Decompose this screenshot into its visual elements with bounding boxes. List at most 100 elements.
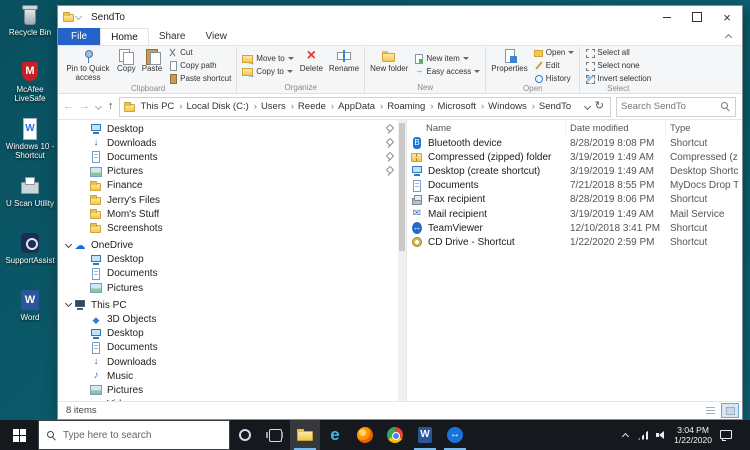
tab-view[interactable]: View [196, 28, 238, 45]
taskbar-button[interactable] [410, 420, 440, 450]
column-header-date-modified[interactable]: Date modified [566, 120, 666, 136]
desktop-icon[interactable]: Windows 10 - Shortcut [2, 118, 58, 166]
action-center-icon[interactable] [720, 430, 732, 441]
file-row[interactable]: Desktop (create shortcut) 3/19/2019 1:49… [407, 164, 742, 178]
titlebar[interactable]: SendTo [58, 6, 742, 28]
desktop-icon[interactable]: McAfee LiveSafe [2, 61, 58, 109]
taskbar-button[interactable] [230, 420, 260, 450]
nav-item[interactable]: 3D Objects [58, 312, 406, 326]
taskbar-search-box[interactable] [38, 420, 230, 450]
quick-access-toolbar-caret-icon[interactable] [75, 12, 83, 22]
up-button[interactable]: ↑ [108, 101, 114, 112]
nav-item[interactable]: Downloads [58, 355, 406, 369]
taskbar-button[interactable] [290, 420, 320, 450]
taskbar-button[interactable] [380, 420, 410, 450]
paste-shortcut-button[interactable]: Paste shortcut [166, 73, 233, 84]
nav-item[interactable]: Downloads [58, 136, 406, 150]
easy-access-button[interactable]: Easy access [412, 66, 482, 77]
nav-scrollbar[interactable] [398, 120, 406, 401]
nav-item[interactable]: Mom's Stuff [58, 207, 406, 221]
invert-selection-button[interactable]: Invert selection [583, 73, 653, 84]
cut-button[interactable]: Cut [166, 47, 233, 58]
nav-item[interactable]: Documents [58, 267, 406, 281]
edit-button[interactable]: Edit [532, 60, 577, 71]
nav-item[interactable]: This PC [58, 298, 406, 312]
nav-item[interactable]: OneDrive [58, 239, 406, 253]
nav-item[interactable]: Pictures [58, 165, 406, 179]
breadcrumb-segment[interactable]: Roaming [385, 101, 435, 112]
chevron-icon[interactable] [64, 241, 74, 251]
nav-item[interactable]: Music [58, 369, 406, 383]
nav-item[interactable]: Pictures [58, 383, 406, 397]
nav-item[interactable]: Desktop [58, 122, 406, 136]
desktop-icon[interactable]: Recycle Bin [2, 4, 58, 52]
thumbnail-view-button[interactable] [721, 403, 739, 418]
desktop-icon[interactable]: Word [2, 289, 58, 337]
back-button[interactable]: ← [63, 101, 74, 112]
file-row[interactable]: TeamViewer 12/10/2018 3:41 PM Shortcut [407, 221, 742, 235]
file-row[interactable]: Mail recipient 3/19/2019 1:49 AM Mail Se… [407, 207, 742, 221]
taskbar-button[interactable] [350, 420, 380, 450]
breadcrumb-segment[interactable]: AppData [336, 101, 385, 112]
taskbar-button[interactable] [440, 420, 470, 450]
taskbar-search-input[interactable] [63, 430, 222, 441]
nav-item[interactable]: Documents [58, 150, 406, 164]
new-folder-button[interactable]: New folder [368, 47, 410, 83]
nav-item[interactable]: Finance [58, 179, 406, 193]
desktop-icon[interactable]: SupportAssist [2, 232, 58, 280]
breadcrumb-segment[interactable]: Users [259, 101, 296, 112]
nav-item[interactable]: Pictures [58, 281, 406, 295]
move-to-button[interactable]: Move to [240, 53, 295, 64]
network-icon[interactable] [638, 431, 648, 440]
file-row[interactable]: CD Drive - Shortcut 1/22/2020 2:59 PM Sh… [407, 235, 742, 249]
copy-button[interactable]: Copy [115, 47, 138, 84]
file-row[interactable]: Fax recipient 8/28/2019 8:06 PM Shortcut [407, 193, 742, 207]
hidden-icons-chevron-icon[interactable] [621, 431, 630, 440]
properties-button[interactable]: Properties [489, 47, 529, 84]
taskbar-button[interactable] [320, 420, 350, 450]
tab-home[interactable]: Home [100, 28, 149, 45]
copy-to-button[interactable]: Copy to [240, 66, 295, 77]
volume-icon[interactable] [656, 430, 666, 440]
breadcrumb-segment[interactable]: Reede [296, 101, 336, 112]
minimize-button[interactable] [652, 6, 682, 28]
nav-item[interactable]: Jerry's Files [58, 193, 406, 207]
nav-item[interactable]: Videos [58, 398, 406, 401]
clock[interactable]: 3:04 PM 1/22/2020 [674, 425, 712, 445]
breadcrumb[interactable]: This PCLocal Disk (C:)UsersReedeAppDataR… [119, 97, 612, 117]
select-all-button[interactable]: Select all [583, 47, 653, 58]
select-none-button[interactable]: Select none [583, 60, 653, 71]
address-dropdown-icon[interactable] [583, 101, 593, 113]
explorer-search-box[interactable] [616, 97, 736, 117]
delete-button[interactable]: Delete [298, 47, 325, 83]
tab-share[interactable]: Share [149, 28, 196, 45]
recent-locations-icon[interactable] [95, 102, 103, 112]
close-button[interactable] [712, 6, 742, 28]
rename-button[interactable]: Rename [327, 47, 361, 83]
file-row[interactable]: Bluetooth device 8/28/2019 8:08 PM Short… [407, 136, 742, 150]
nav-scrollbar-thumb[interactable] [399, 123, 405, 251]
refresh-icon[interactable]: ↻ [593, 101, 606, 112]
breadcrumb-segment[interactable]: Local Disk (C:) [184, 101, 258, 112]
collapse-ribbon-icon[interactable] [724, 28, 734, 45]
breadcrumb-segment[interactable]: Windows [486, 101, 537, 112]
maximize-button[interactable] [682, 6, 712, 28]
history-button[interactable]: History [532, 73, 577, 84]
copy-path-button[interactable]: Copy path [166, 60, 233, 71]
nav-item[interactable]: Screenshots [58, 221, 406, 235]
column-header-size[interactable]: Size [738, 120, 742, 136]
nav-item[interactable]: Desktop [58, 253, 406, 267]
explorer-search-input[interactable] [621, 101, 720, 112]
file-row[interactable]: Documents 7/21/2018 8:55 PM MyDocs Drop … [407, 179, 742, 193]
chevron-icon[interactable] [64, 300, 74, 310]
forward-button[interactable]: → [79, 101, 90, 112]
open-button[interactable]: Open [532, 47, 577, 58]
new-item-button[interactable]: New item [412, 53, 482, 64]
nav-item[interactable]: Documents [58, 341, 406, 355]
taskbar-button[interactable] [260, 420, 290, 450]
column-header-type[interactable]: Type [666, 120, 738, 136]
start-button[interactable] [0, 420, 38, 450]
desktop-icon[interactable]: U Scan Utility [2, 175, 58, 223]
breadcrumb-segment[interactable]: This PC [139, 101, 185, 112]
file-row[interactable]: Compressed (zipped) folder 3/19/2019 1:4… [407, 150, 742, 164]
